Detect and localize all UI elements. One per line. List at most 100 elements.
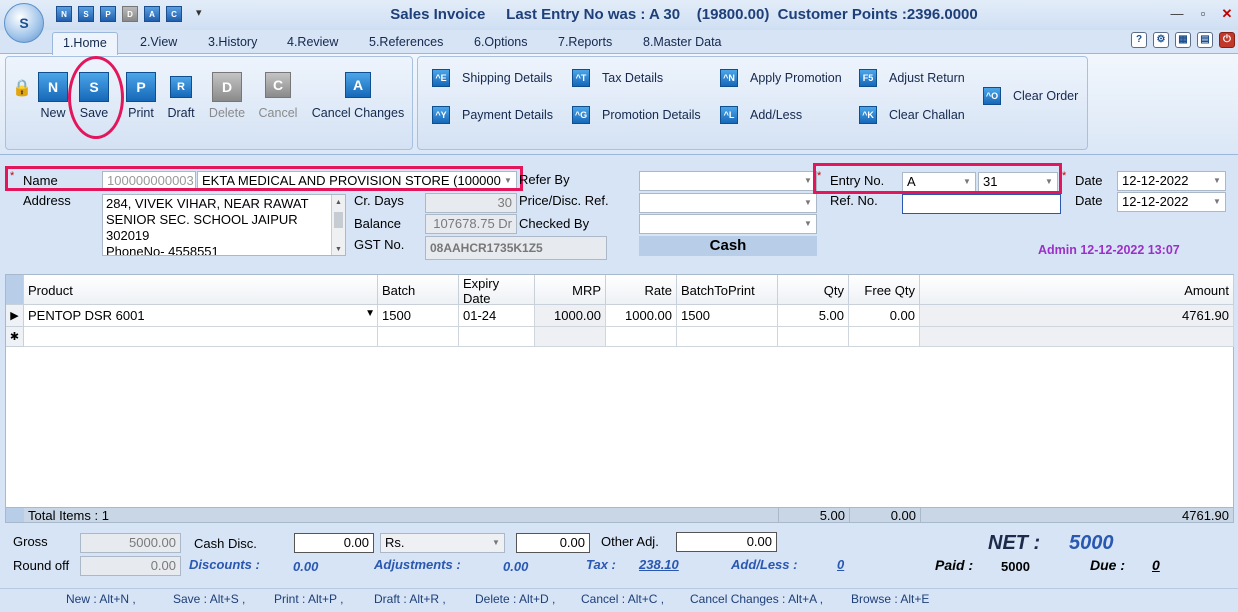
tab-home[interactable]: 1.Home xyxy=(52,32,118,55)
column-header-batch-to-print[interactable]: BatchToPrint xyxy=(677,275,778,305)
address-textarea[interactable]: 284, VIVEK VIHAR, NEAR RAWAT SENIOR SEC.… xyxy=(102,194,346,256)
cell-mrp[interactable]: 1000.00 xyxy=(535,305,606,327)
checked-by-select[interactable]: ▼ xyxy=(639,214,817,234)
calculator-icon[interactable]: ▦ xyxy=(1175,32,1191,48)
new-row-batch-to-print[interactable] xyxy=(677,327,778,347)
tax-details-button[interactable]: ^T Tax Details xyxy=(572,68,663,88)
column-header-amount[interactable]: Amount xyxy=(920,275,1234,305)
new-row-amount[interactable] xyxy=(920,327,1234,347)
settings-icon[interactable]: ⚙ xyxy=(1153,32,1169,48)
column-header-free-qty[interactable]: Free Qty xyxy=(849,275,920,305)
adjust-return-button[interactable]: F5 Adjust Return xyxy=(859,68,965,88)
new-row-expiry[interactable] xyxy=(459,327,535,347)
column-header-qty[interactable]: Qty xyxy=(778,275,849,305)
add-less-button[interactable]: ^L Add/Less xyxy=(720,105,802,125)
date-label: Date xyxy=(1075,173,1103,188)
notes-icon[interactable]: ▤ xyxy=(1197,32,1213,48)
other-adj-input[interactable]: 0.00 xyxy=(676,532,777,552)
tab-view[interactable]: 2.View xyxy=(130,32,187,54)
cancel-button[interactable]: C Cancel xyxy=(256,72,300,120)
cell-product[interactable]: PENTOP DSR 6001 ▼ xyxy=(24,305,378,327)
chevron-down-icon[interactable]: ▼ xyxy=(1210,194,1224,210)
chevron-down-icon[interactable]: ▼ xyxy=(365,308,375,319)
scroll-up-icon[interactable]: ▲ xyxy=(332,195,345,211)
app-orb-icon[interactable]: S xyxy=(4,3,44,43)
cell-free-qty[interactable]: 0.00 xyxy=(849,305,920,327)
tab-master-data[interactable]: 8.Master Data xyxy=(633,32,732,54)
column-header-rate[interactable]: Rate xyxy=(606,275,677,305)
new-button[interactable]: N New xyxy=(35,72,71,120)
add-less-value-link[interactable]: 0 xyxy=(837,557,844,572)
delete-button[interactable]: D Delete xyxy=(206,72,248,120)
tab-review[interactable]: 4.Review xyxy=(277,32,348,54)
cell-rate[interactable]: 1000.00 xyxy=(606,305,677,327)
cell-expiry[interactable]: 01-24 xyxy=(459,305,535,327)
chevron-down-icon[interactable]: ▼ xyxy=(801,216,815,232)
ref-no-input[interactable] xyxy=(902,194,1061,214)
date-picker[interactable]: 12-12-2022 ▼ xyxy=(1117,171,1226,191)
cash-disc-amount-input[interactable]: 0.00 xyxy=(516,533,590,553)
column-header-batch[interactable]: Batch xyxy=(378,275,459,305)
cash-disc-unit-select[interactable]: Rs. ▼ xyxy=(380,533,505,553)
cell-batch[interactable]: 1500 xyxy=(378,305,459,327)
product-grid[interactable]: Product Batch Expiry Date MRP Rate Batch… xyxy=(5,274,1234,522)
cancel-changes-button[interactable]: A Cancel Changes xyxy=(308,72,408,120)
chevron-down-icon[interactable]: ▼ xyxy=(801,195,815,211)
tax-value-link[interactable]: 238.10 xyxy=(639,557,679,572)
total-free-qty: 0.00 xyxy=(849,508,920,523)
promotion-details-button[interactable]: ^G Promotion Details xyxy=(572,105,701,125)
close-icon[interactable]: ✕ xyxy=(1218,6,1236,22)
minimize-icon[interactable]: — xyxy=(1168,6,1186,22)
chevron-down-icon[interactable]: ▼ xyxy=(489,535,503,551)
tab-references[interactable]: 5.References xyxy=(359,32,453,54)
column-header-expiry[interactable]: Expiry Date xyxy=(459,275,535,305)
column-header-product[interactable]: Product xyxy=(24,275,378,305)
apply-promotion-button[interactable]: ^N Apply Promotion xyxy=(720,68,842,88)
tab-options[interactable]: 6.Options xyxy=(464,32,538,54)
cash-disc-input[interactable]: 0.00 xyxy=(294,533,374,553)
print-button[interactable]: P Print xyxy=(124,72,158,120)
new-row-batch[interactable] xyxy=(378,327,459,347)
new-row-product[interactable] xyxy=(24,327,378,347)
ref-date-value: 12-12-2022 xyxy=(1122,194,1189,209)
payment-mode-button[interactable]: Cash xyxy=(639,236,817,256)
tab-history[interactable]: 3.History xyxy=(198,32,267,54)
maximize-icon[interactable]: ▫ xyxy=(1194,6,1212,22)
due-label: Due : xyxy=(1090,557,1125,573)
current-row-arrow-icon[interactable]: ▶ xyxy=(6,305,24,327)
payment-details-button[interactable]: ^Y Payment Details xyxy=(432,105,553,125)
shortcut-draft: Draft : Alt+R , xyxy=(374,592,446,606)
cr-days-field: 30 xyxy=(425,193,517,213)
draft-button[interactable]: R Draft xyxy=(164,72,198,120)
help-icon[interactable]: ? xyxy=(1131,32,1147,48)
chevron-down-icon[interactable]: ▼ xyxy=(1210,173,1224,189)
cell-batch-to-print[interactable]: 1500 xyxy=(677,305,778,327)
gst-field: 08AAHCR1735K1Z5 xyxy=(425,236,607,260)
new-row-icon[interactable]: ✱ xyxy=(6,327,24,347)
exit-icon[interactable]: ⏻ xyxy=(1219,32,1235,48)
new-row-rate[interactable] xyxy=(606,327,677,347)
tax-details-label: Tax Details xyxy=(602,71,664,85)
ref-date-picker[interactable]: 12-12-2022 ▼ xyxy=(1117,192,1226,212)
scroll-down-icon[interactable]: ▼ xyxy=(332,242,345,255)
cancel-icon: C xyxy=(265,72,291,98)
scroll-thumb[interactable] xyxy=(334,212,343,228)
new-row-mrp[interactable] xyxy=(535,327,606,347)
cell-amount[interactable]: 4761.90 xyxy=(920,305,1234,327)
cell-qty[interactable]: 5.00 xyxy=(778,305,849,327)
cash-disc-unit-value: Rs. xyxy=(385,535,405,550)
address-scrollbar[interactable]: ▲ ▼ xyxy=(331,195,345,255)
lock-icon[interactable]: 🔒 xyxy=(12,78,32,98)
clear-challan-button[interactable]: ^K Clear Challan xyxy=(859,105,965,125)
new-row-free-qty[interactable] xyxy=(849,327,920,347)
clear-order-button[interactable]: ^O Clear Order xyxy=(983,86,1078,106)
column-header-mrp[interactable]: MRP xyxy=(535,275,606,305)
date-value: 12-12-2022 xyxy=(1122,173,1189,188)
tab-reports[interactable]: 7.Reports xyxy=(548,32,622,54)
refer-by-select[interactable]: ▼ xyxy=(639,171,817,191)
new-row-qty[interactable] xyxy=(778,327,849,347)
shipping-details-button[interactable]: ^E Shipping Details xyxy=(432,68,552,88)
grid-totals-row: Total Items : 1 5.00 0.00 4761.90 xyxy=(5,507,1234,523)
due-value-link[interactable]: 0 xyxy=(1152,557,1160,573)
price-disc-ref-select[interactable]: ▼ xyxy=(639,193,817,213)
